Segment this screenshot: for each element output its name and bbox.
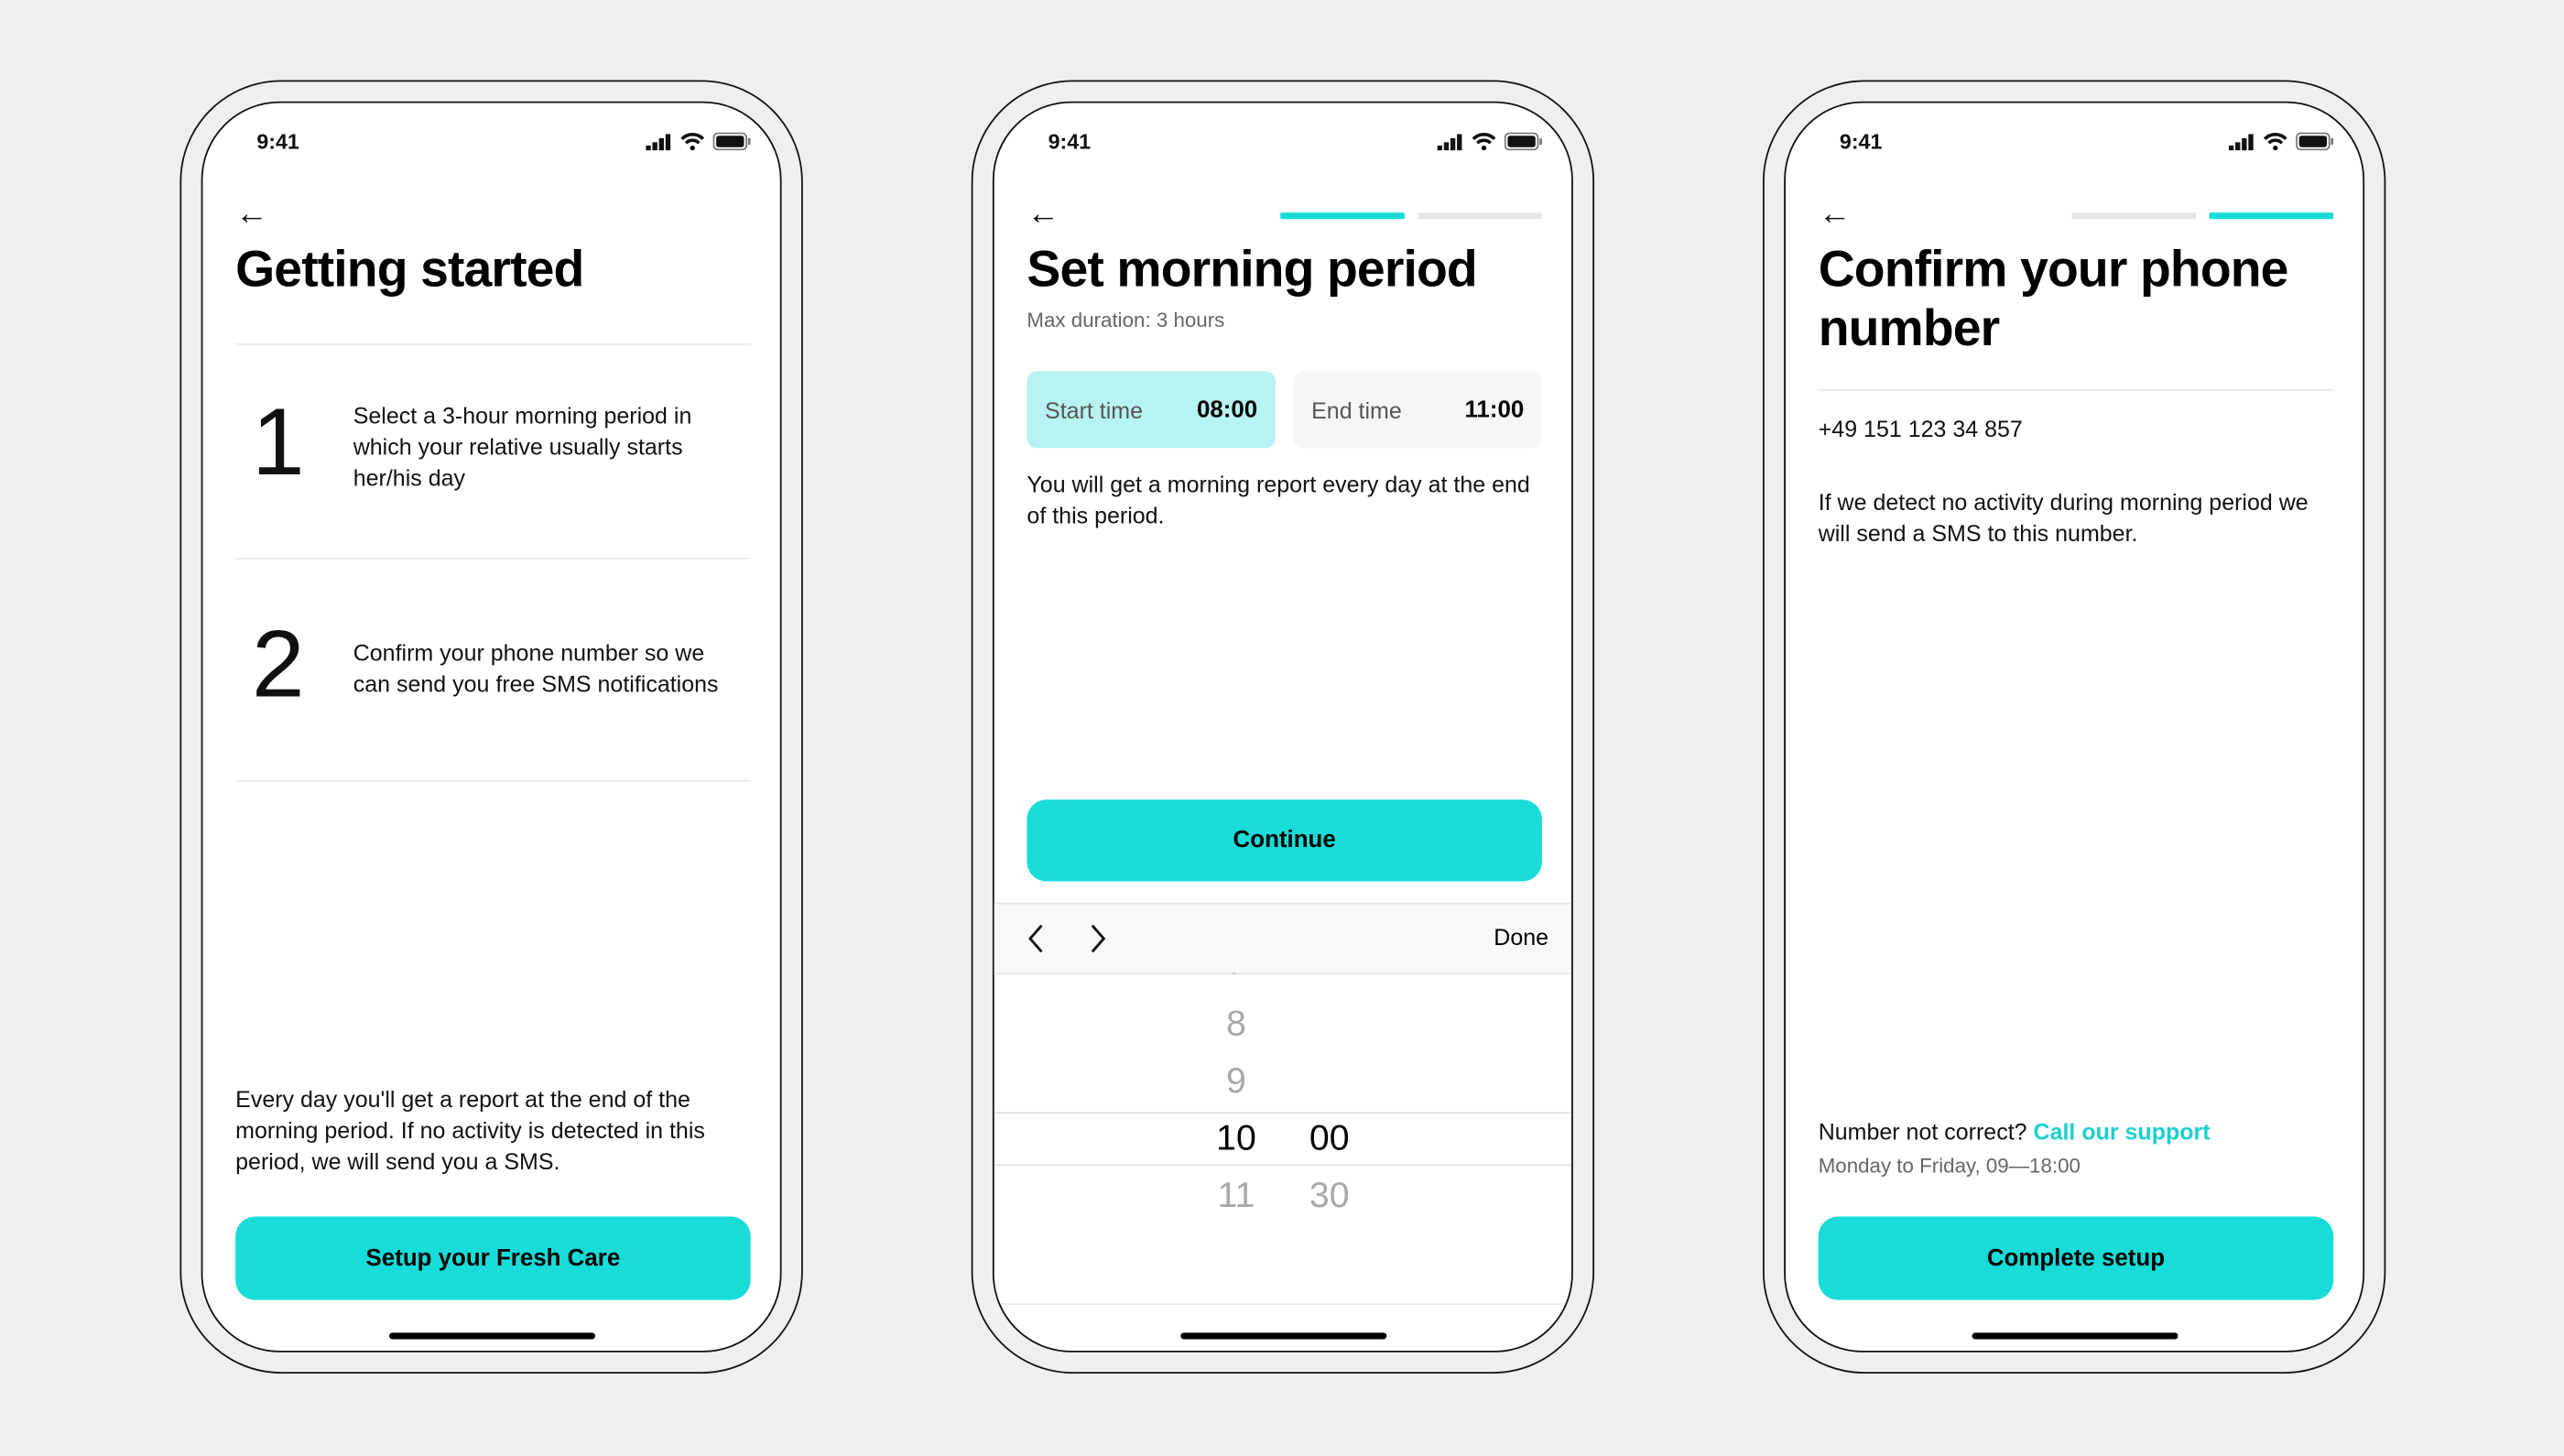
status-time: 9:41 [1048,129,1092,154]
picker-hour[interactable]: 11 [1203,1174,1268,1216]
screen: 9:41 ← Getting started 1 Select a 3-hour… [201,101,782,1353]
chevron-left-icon[interactable] [1026,922,1045,955]
done-button[interactable]: Done [1494,924,1548,951]
wifi-icon [680,133,705,151]
step-number: 2 [251,611,305,718]
phone-getting-started: 9:41 ← Getting started 1 Select a 3-hour… [179,80,803,1374]
page-title: Set morning period [1027,240,1477,298]
description: If we detect no activity during morning … [1818,488,2309,547]
back-arrow-icon[interactable]: ← [1819,198,1852,231]
subtitle: Max duration: 3 hours [1027,309,1225,332]
time-picker[interactable]: 7 8 9 10 00 11 30 [994,972,1572,1303]
setup-button[interactable]: Setup your Fresh Care [235,1216,751,1300]
support-hours: Monday to Friday, 09—18:00 [1818,1154,2081,1178]
battery-icon [712,132,751,151]
description: You will get a morning report every day … [1027,471,1530,528]
support-line: Number not correct? Call our support [1819,1117,2339,1148]
step-text: Select a 3-hour morning period in which … [353,402,692,491]
divider [235,557,751,560]
divider [1818,388,2334,391]
page-title: Confirm your phone number [1818,240,2289,357]
back-arrow-icon[interactable]: ← [1027,198,1059,231]
status-time: 9:41 [256,129,299,154]
footer-text: Every day you'll get a report at the end… [235,1085,705,1175]
end-time-label: End time [1311,397,1402,423]
end-time-value: 11:00 [1464,397,1525,423]
divider [994,1303,1572,1305]
end-time-field[interactable]: End time 11:00 [1293,371,1542,449]
wifi-icon [2263,133,2287,151]
picker-hour[interactable]: 8 [1203,1003,1268,1045]
progress-step-2 [1418,212,1542,220]
back-arrow-icon[interactable]: ← [235,198,268,231]
status-icons [2228,132,2334,151]
picker-selection [994,1112,1572,1167]
screen: 9:41 ← Set morning period Max duration: … [992,101,1573,1353]
step-number: 1 [251,388,305,496]
phone-morning-period: 9:41 ← Set morning period Max duration: … [971,80,1595,1374]
chevron-right-icon[interactable] [1089,922,1108,955]
progress-step-2 [2209,212,2334,220]
picker-hour[interactable]: 7 [1203,972,1268,978]
page-title: Getting started [235,240,584,298]
status-icons [1437,132,1542,151]
signal-icon [646,133,671,150]
picker-hour[interactable]: 9 [1203,1059,1268,1102]
status-icons [646,132,751,151]
picker-minute[interactable]: 30 [1297,1174,1362,1216]
start-time-value: 08:00 [1196,397,1258,423]
picker-hour-selected[interactable]: 10 [1203,1117,1268,1159]
wifi-icon [1472,133,1496,151]
phone-confirm-number: 9:41 ← Confirm your phone number +49 151… [1762,80,2386,1374]
home-indicator[interactable] [388,1332,595,1340]
start-time-label: Start time [1045,397,1144,423]
progress-step-1 [1280,212,1405,220]
battery-icon [1504,132,1542,151]
step-text: Confirm your phone number so we can send… [353,639,719,697]
home-indicator[interactable] [1180,1332,1387,1340]
start-time-field[interactable]: Start time 08:00 [1027,371,1276,449]
divider [235,342,751,345]
picker-minute-selected[interactable]: 00 [1297,1117,1362,1159]
signal-icon [2228,133,2254,150]
not-correct-text: Number not correct? [1818,1118,2027,1145]
battery-icon [2296,132,2334,151]
screen: 9:41 ← Confirm your phone number +49 151… [1784,101,2365,1353]
divider [235,779,751,782]
complete-setup-button[interactable]: Complete setup [1818,1216,2334,1300]
status-time: 9:41 [1839,129,1883,154]
progress-step-1 [2071,212,2197,220]
signal-icon [1437,133,1462,150]
continue-button[interactable]: Continue [1027,799,1542,882]
picker-toolbar: Done [994,902,1572,975]
phone-number: +49 151 123 34 857 [1818,415,2023,442]
home-indicator[interactable] [1972,1332,2178,1340]
call-support-link[interactable]: Call our support [2034,1118,2211,1145]
